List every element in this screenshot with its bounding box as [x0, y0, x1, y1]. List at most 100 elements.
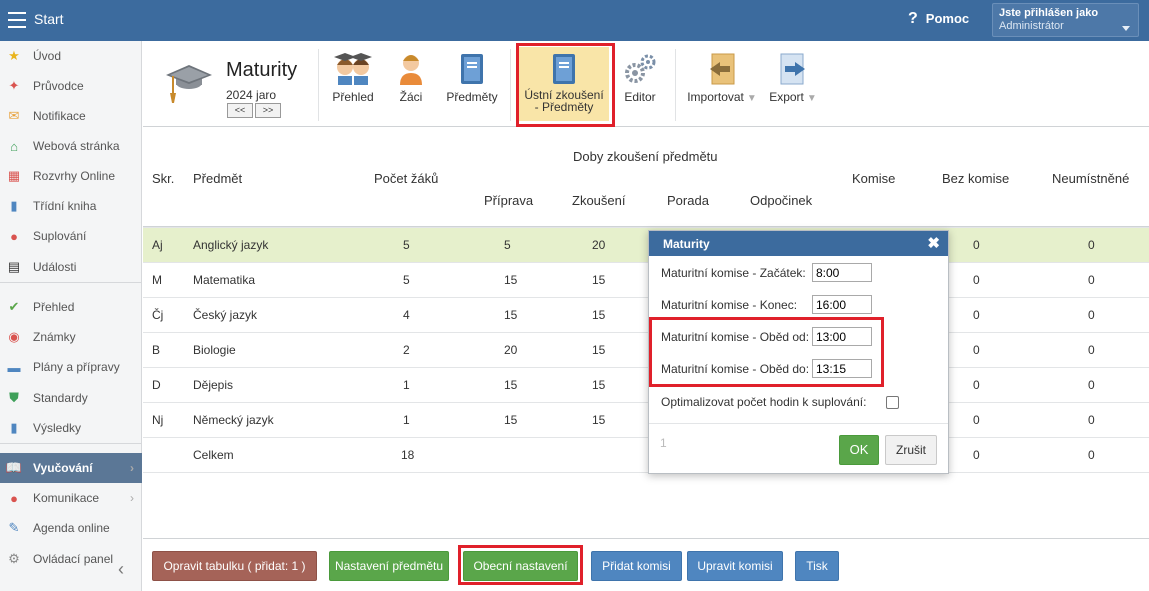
sidebar-item-label: Komunikace — [33, 491, 100, 505]
ok-button[interactable]: OK — [839, 435, 879, 465]
sidebar-item-label: Agenda online — [33, 521, 110, 535]
briefcase-icon: ▬ — [7, 359, 21, 375]
table-row[interactable]: Nj Německý jazyk 1 15 15 0 0 — [143, 402, 1149, 437]
print-button[interactable]: Tisk — [795, 551, 839, 581]
cell-predmet: Český jazyk — [193, 308, 258, 322]
prev-term-button[interactable]: << — [227, 103, 253, 118]
app-title[interactable]: Start — [34, 11, 64, 27]
graduation-cap-icon — [166, 65, 212, 103]
cell-predmet: Matematika — [193, 273, 256, 287]
sidebar-item-5[interactable]: ▮ Třídní kniha — [0, 191, 142, 221]
sidebar-item-3[interactable]: ⌂ Webová stránka — [0, 131, 142, 161]
add-commission-button[interactable]: Přidat komisi — [591, 551, 682, 581]
cell-priprava: 20 — [504, 343, 518, 357]
cell-skr: Aj — [152, 238, 163, 252]
lunch-to-label: Maturitní komise - Oběd do: — [661, 362, 810, 376]
fix-table-button[interactable]: Opravit tabulku ( přidat: 1 ) — [152, 551, 317, 581]
lunch-from-input[interactable] — [812, 327, 872, 346]
table-row[interactable]: B Biologie 2 20 15 0 0 — [143, 332, 1149, 367]
oral-exam-subjects-tab[interactable]: Ústní zkoušení - Předměty — [519, 47, 609, 121]
cell-bez: 0 — [973, 343, 980, 357]
sidebar-item-12[interactable]: ▮ Výsledky — [0, 413, 142, 443]
sidebar-item-1[interactable]: ✦ Průvodce — [0, 71, 142, 101]
col-header-commission: Komise — [852, 171, 896, 186]
chevron-right-icon: › — [130, 461, 134, 475]
table-bottom-border — [143, 472, 1149, 473]
lunch-to-input[interactable] — [812, 359, 872, 378]
next-term-button[interactable]: >> — [255, 103, 281, 118]
students-button[interactable]: Žáci — [391, 49, 431, 119]
user-login-label: Jste přihlášen jako — [999, 7, 1099, 19]
export-button[interactable]: Export ▼ — [765, 49, 821, 119]
cell-bez: 0 — [973, 413, 980, 427]
end-time-label: Maturitní komise - Konec: — [661, 298, 798, 312]
calendar-icon: ▤ — [7, 259, 21, 274]
menu-icon[interactable] — [8, 12, 26, 28]
sidebar-item-2[interactable]: ✉ Notifikace — [0, 101, 142, 131]
table-row[interactable]: M Matematika 5 15 15 0 0 — [143, 262, 1149, 297]
toolbar-divider — [318, 49, 319, 121]
sidebar-item-13[interactable]: 📖 Vyučování › — [0, 453, 142, 483]
cell-pocet: 2 — [403, 343, 410, 357]
import-label: Importovat — [687, 90, 744, 104]
col-header-student-count: Počet žáků — [374, 171, 439, 186]
close-icon[interactable]: ✖ — [927, 234, 940, 252]
cell-skr: D — [152, 378, 161, 392]
oral-exam-book-icon — [553, 54, 575, 84]
cell-predmet: Německý jazyk — [193, 413, 274, 427]
total-bez: 0 — [973, 448, 980, 462]
optimize-substitution-checkbox[interactable] — [886, 396, 899, 409]
sidebar-divider — [0, 443, 142, 444]
sidebar-item-11[interactable]: ⛊ Standardy — [0, 383, 142, 413]
sidebar-item-15[interactable]: ✎ Agenda online — [0, 513, 142, 543]
sidebar-item-label: Úvod — [33, 49, 62, 63]
edit-commission-button[interactable]: Upravit komisi — [687, 551, 783, 581]
dialog-title: Maturity — [663, 237, 710, 251]
students-group-icon — [334, 53, 372, 85]
cell-bez: 0 — [973, 378, 980, 392]
table-row[interactable]: D Dějepis 1 15 15 0 0 — [143, 367, 1149, 402]
sidebar-item-14[interactable]: ● Komunikace › — [0, 483, 142, 513]
cell-predmet: Biologie — [193, 343, 236, 357]
sidebar-item-10[interactable]: ▬ Plány a přípravy — [0, 352, 142, 382]
export-label: Export — [769, 90, 804, 104]
subjects-button[interactable]: Předměty — [441, 49, 503, 119]
sidebar-item-label: Rozvrhy Online — [33, 169, 116, 183]
dialog-footer: 1 OK Zrušit — [649, 423, 948, 473]
end-time-input[interactable] — [812, 295, 872, 314]
col-header-unplaced: Neumístněné — [1052, 171, 1130, 186]
collapse-sidebar-icon[interactable]: ‹ — [118, 559, 124, 580]
table-row[interactable]: Aj Anglický jazyk 5 5 20 0 0 — [143, 227, 1149, 262]
user-role: Administrátor — [999, 20, 1064, 32]
start-time-label: Maturitní komise - Začátek: — [661, 266, 806, 280]
sidebar-item-8[interactable]: ✔ Přehled — [0, 292, 142, 322]
sidebar-item-label: Známky — [33, 330, 76, 344]
star-icon: ★ — [8, 48, 20, 63]
sidebar-item-9[interactable]: ◉ Známky — [0, 322, 142, 352]
import-button[interactable]: Importovat ▼ — [684, 49, 760, 119]
cell-neum: 0 — [1088, 413, 1095, 427]
editor-button[interactable]: Editor — [619, 49, 661, 119]
start-time-input[interactable] — [812, 263, 872, 282]
user-menu[interactable]: Jste přihlášen jako Administrátor — [992, 3, 1139, 37]
cancel-button[interactable]: Zrušit — [885, 435, 937, 465]
dropdown-caret-icon: ▼ — [746, 93, 757, 104]
sidebar-item-6[interactable]: ● Suplování — [0, 221, 142, 251]
page-title: Maturity — [226, 59, 298, 81]
sidebar-item-label: Plány a přípravy — [33, 360, 120, 374]
general-settings-button[interactable]: Obecní nastavení — [463, 551, 578, 581]
sidebar-item-0[interactable]: ★ Úvod — [0, 41, 142, 71]
person-icon: ● — [10, 228, 18, 244]
col-header-abbr: Skr. — [152, 171, 175, 186]
subject-settings-button[interactable]: Nastavení předmětu — [329, 551, 449, 581]
dialog-header: Maturity ✖ — [649, 231, 948, 256]
subjects-label: Předměty — [446, 90, 498, 104]
total-neum: 0 — [1088, 448, 1095, 462]
help-link[interactable]: ? Pomoc — [908, 10, 969, 28]
cell-priprava: 15 — [504, 378, 518, 392]
chevron-right-icon: › — [130, 491, 134, 505]
table-row[interactable]: Čj Český jazyk 4 15 15 0 0 — [143, 297, 1149, 332]
sidebar-item-4[interactable]: ▦ Rozvrhy Online — [0, 161, 142, 191]
sidebar-item-7[interactable]: ▤ Události — [0, 252, 142, 282]
overview-button[interactable]: Přehled — [325, 49, 381, 119]
